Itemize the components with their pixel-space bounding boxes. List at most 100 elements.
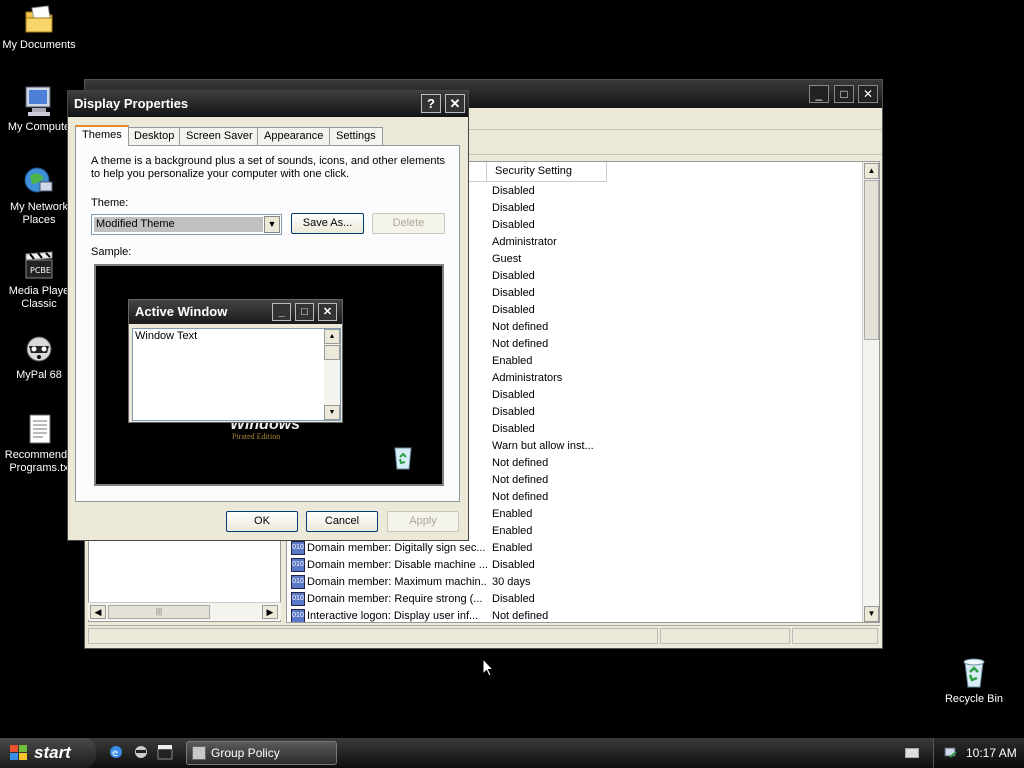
policy-row[interactable]: 010 Interactive logon: Display user inf..… (287, 608, 862, 622)
close-button[interactable]: ✕ (858, 85, 878, 103)
tab-themes[interactable]: Themes (75, 125, 129, 146)
policy-setting-icon: 010 (291, 575, 305, 589)
save-as-button[interactable]: Save As... (291, 213, 364, 234)
apply-button: Apply (387, 511, 459, 532)
sample-window-text: Window Text (135, 330, 198, 342)
delete-button: Delete (372, 213, 445, 234)
start-label: start (34, 743, 71, 762)
network-tray-icon[interactable] (944, 745, 958, 762)
taskbar: start e Group Policy 10:17 AM (0, 738, 1024, 768)
svg-text:e: e (112, 748, 118, 759)
media-player-icon[interactable] (157, 744, 173, 760)
dialog-title-bar[interactable]: Display Properties ? ✕ (68, 91, 468, 117)
keyboard-icon[interactable] (905, 748, 919, 758)
scroll-thumb[interactable]: ||| (108, 605, 210, 619)
help-button[interactable]: ? (421, 94, 441, 113)
theme-sample-preview: Windows Pirated Edition Active Window _ … (94, 264, 444, 486)
theme-dropdown-value: Modified Theme (94, 217, 263, 232)
security-setting-value: Disabled (492, 202, 535, 214)
scroll-down-button[interactable]: ▼ (864, 606, 879, 622)
security-setting-value: Enabled (492, 355, 533, 367)
security-setting-value: Disabled (492, 270, 535, 282)
policy-row[interactable]: 010 Domain member: Maximum machin... 30 da… (287, 574, 862, 591)
security-setting-value: Enabled (492, 525, 533, 537)
raccoon-icon (22, 332, 56, 366)
policy-row[interactable]: 010 Domain member: Require strong (... Dis… (287, 591, 862, 608)
close-icon: ✕ (318, 303, 337, 321)
recycle-bin-icon (390, 444, 416, 470)
cancel-button[interactable]: Cancel (306, 511, 378, 532)
sample-title-bar: Active Window _ □ ✕ (129, 300, 342, 324)
taskbar-item-group-policy[interactable]: Group Policy (186, 741, 337, 765)
security-setting-value: Disabled (492, 406, 535, 418)
scroll-thumb[interactable] (864, 180, 879, 340)
themes-panel: A theme is a background plus a set of so… (75, 145, 460, 502)
security-setting-value: Warn but allow inst... (492, 440, 594, 452)
desktop-icon-recycle-bin[interactable]: Recycle Bin (935, 656, 1013, 706)
desktop-icon-label: My Documents (2, 39, 76, 51)
security-setting-value: Disabled (492, 559, 535, 571)
policy-setting-icon: 010 (291, 609, 305, 622)
security-setting-value: 30 days (492, 576, 531, 588)
desktop-icon-label: Recycle Bin (944, 693, 1004, 705)
security-setting-value: Administrators (492, 372, 563, 384)
computer-icon (22, 84, 56, 118)
status-pane (88, 628, 658, 644)
sample-window-title: Active Window (135, 304, 228, 319)
clock[interactable]: 10:17 AM (966, 746, 1017, 760)
text-file-icon (22, 412, 56, 446)
desktop-icon-my-documents[interactable]: My Documents (0, 2, 78, 52)
security-setting-value: Disabled (492, 185, 535, 197)
policy-name: Domain member: Disable machine ... (307, 559, 487, 571)
minimize-icon: _ (272, 303, 291, 321)
chevron-down-icon[interactable]: ▼ (264, 216, 280, 233)
sample-label: Sample: (91, 246, 132, 258)
ok-button[interactable]: OK (226, 511, 298, 532)
policy-row[interactable]: 010 Domain member: Digitally sign sec... E… (287, 540, 862, 557)
scroll-up-button[interactable]: ▲ (864, 163, 879, 179)
status-pane (792, 628, 878, 644)
security-setting-value: Not defined (492, 338, 549, 350)
security-setting-value: Disabled (492, 593, 535, 605)
policy-vertical-scrollbar[interactable]: ▲ ▼ (862, 162, 879, 622)
security-setting-value: Guest (492, 253, 522, 265)
tab-appearance[interactable]: Appearance (257, 127, 331, 145)
security-setting-value: Administrator (492, 236, 557, 248)
policy-setting-icon: 010 (291, 541, 305, 555)
policy-row[interactable]: 010 Domain member: Disable machine ... Dis… (287, 557, 862, 574)
theme-label: Theme: (91, 197, 129, 209)
mypal-icon[interactable] (133, 744, 149, 760)
security-setting-value: Not defined (492, 491, 549, 503)
minimize-button[interactable]: _ (809, 85, 829, 103)
dialog-title: Display Properties (74, 96, 189, 111)
security-setting-value: Enabled (492, 508, 533, 520)
start-button[interactable]: start (0, 738, 96, 768)
tab-desktop[interactable]: Desktop (127, 127, 182, 145)
group-policy-icon (192, 746, 206, 760)
mouse-cursor-icon (482, 657, 495, 681)
network-globe-icon (22, 164, 56, 198)
system-tray: 10:17 AM (933, 738, 1024, 768)
policy-setting-icon: 010 (291, 592, 305, 606)
scroll-right-button[interactable]: ▶ (262, 605, 278, 619)
maximize-button[interactable]: □ (834, 85, 854, 103)
tab-screen-saver[interactable]: Screen Saver (179, 127, 260, 145)
clapperboard-icon: PCBE (22, 248, 56, 282)
tab-settings[interactable]: Settings (329, 127, 383, 145)
theme-description: A theme is a background plus a set of so… (91, 155, 446, 180)
windows-flag-icon (10, 745, 28, 761)
theme-dropdown[interactable]: Modified Theme ▼ (91, 214, 282, 235)
tree-horizontal-scrollbar[interactable]: ◀ ||| ▶ (88, 602, 281, 620)
folder-icon (22, 2, 56, 36)
svg-text:PCBE: PCBE (30, 266, 51, 275)
security-setting-value: Not defined (492, 474, 549, 486)
internet-explorer-icon[interactable]: e (108, 744, 124, 760)
scroll-thumb (324, 345, 340, 360)
scroll-left-button[interactable]: ◀ (90, 605, 106, 619)
sample-window-body: Window Text ▲ ▼ (132, 328, 341, 421)
display-properties-dialog: Display Properties ? ✕ Themes Desktop Sc… (67, 90, 469, 541)
close-button[interactable]: ✕ (445, 94, 465, 113)
security-setting-value: Not defined (492, 457, 549, 469)
security-setting-value: Not defined (492, 610, 549, 622)
column-header-security-setting[interactable]: Security Setting (487, 162, 607, 182)
